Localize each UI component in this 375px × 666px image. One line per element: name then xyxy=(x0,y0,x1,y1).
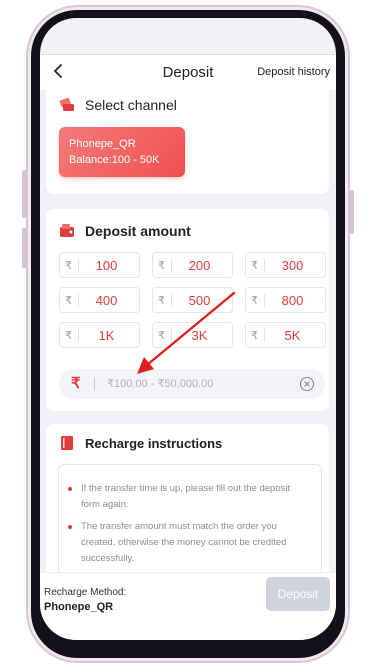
select-channel-card: Select channel Phonepe_QR Balance:100 - … xyxy=(46,90,329,194)
amount-option[interactable]: ₹ 1K xyxy=(59,322,140,348)
rupee-icon: ₹ xyxy=(65,260,72,272)
amount-option-value: 400 xyxy=(95,293,118,308)
instruction-item: If the transfer time is up, please fill … xyxy=(68,481,311,513)
app-screen: Deposit Deposit history Select channel P… xyxy=(40,18,336,640)
bottom-bar: Recharge Method: Phonepe_QR Deposit xyxy=(40,572,336,640)
amount-option-value: 200 xyxy=(188,258,211,273)
amount-option[interactable]: ₹ 3K xyxy=(152,322,233,348)
deposit-amount-title: Deposit amount xyxy=(85,223,191,239)
rupee-icon: ₹ xyxy=(65,295,72,307)
rupee-icon: ₹ xyxy=(251,295,258,307)
amount-option-value: 3K xyxy=(191,328,208,343)
bullet xyxy=(68,487,72,491)
channel-balance: Balance:100 - 50K xyxy=(69,154,160,166)
phone-side-button xyxy=(349,190,354,234)
amount-input-wrapper: ₹ xyxy=(59,369,325,399)
amount-option[interactable]: ₹ 5K xyxy=(245,322,326,348)
amount-option-value: 5K xyxy=(284,328,301,343)
bullet xyxy=(68,525,72,529)
amount-option-value: 300 xyxy=(281,258,304,273)
select-channel-title: Select channel xyxy=(85,97,177,113)
phone-side-button xyxy=(22,228,27,268)
input-divider xyxy=(94,377,95,391)
rupee-icon: ₹ xyxy=(158,260,165,272)
recharge-method-label: Recharge Method: xyxy=(44,587,127,598)
amount-option[interactable]: ₹ 100 xyxy=(59,252,140,278)
amount-option-value: 100 xyxy=(95,258,118,273)
deposit-button[interactable]: Deposit xyxy=(266,577,330,611)
amount-option-value: 1K xyxy=(98,328,115,343)
amount-input[interactable] xyxy=(107,375,287,393)
clear-icon[interactable] xyxy=(299,376,315,392)
select-channel-header: Select channel xyxy=(58,96,177,114)
deposit-history-link[interactable]: Deposit history xyxy=(257,66,330,78)
deposit-amount-header: Deposit amount xyxy=(58,222,191,240)
rupee-icon: ₹ xyxy=(71,375,81,392)
instruction-item: The transfer amount must match the order… xyxy=(68,519,311,567)
instruction-text: If the transfer time is up, please fill … xyxy=(81,483,291,510)
phone-side-button xyxy=(22,170,27,218)
channel-name: Phonepe_QR xyxy=(69,138,136,150)
wallet-icon xyxy=(60,224,74,237)
recharge-method-value: Phonepe_QR xyxy=(44,601,114,613)
recharge-instructions-title: Recharge instructions xyxy=(85,435,223,451)
amount-option[interactable]: ₹ 400 xyxy=(59,287,140,313)
rupee-icon: ₹ xyxy=(65,330,72,342)
amount-option[interactable]: ₹ 500 xyxy=(152,287,233,313)
amount-option[interactable]: ₹ 200 xyxy=(152,252,233,278)
amount-option[interactable]: ₹ 300 xyxy=(245,252,326,278)
rupee-icon: ₹ xyxy=(158,295,165,307)
rupee-icon: ₹ xyxy=(251,330,258,342)
amount-option-value: 800 xyxy=(281,293,304,308)
book-icon xyxy=(61,436,73,450)
rupee-icon: ₹ xyxy=(158,330,165,342)
instruction-text: The transfer amount must match the order… xyxy=(81,521,287,564)
amount-option[interactable]: ₹ 800 xyxy=(245,287,326,313)
recharge-instructions-card: Recharge instructions If the transfer ti… xyxy=(46,424,329,614)
deposit-amount-card: Deposit amount ₹ 100 ₹ 200 ₹ 300 ₹ 400 ₹… xyxy=(46,209,329,411)
top-bar: Deposit Deposit history xyxy=(40,54,336,90)
amount-option-value: 500 xyxy=(188,293,211,308)
channel-icon xyxy=(59,97,74,111)
channel-option-phonepe-qr[interactable]: Phonepe_QR Balance:100 - 50K xyxy=(59,127,185,177)
rupee-icon: ₹ xyxy=(251,260,258,272)
recharge-instructions-header: Recharge instructions xyxy=(58,434,222,452)
